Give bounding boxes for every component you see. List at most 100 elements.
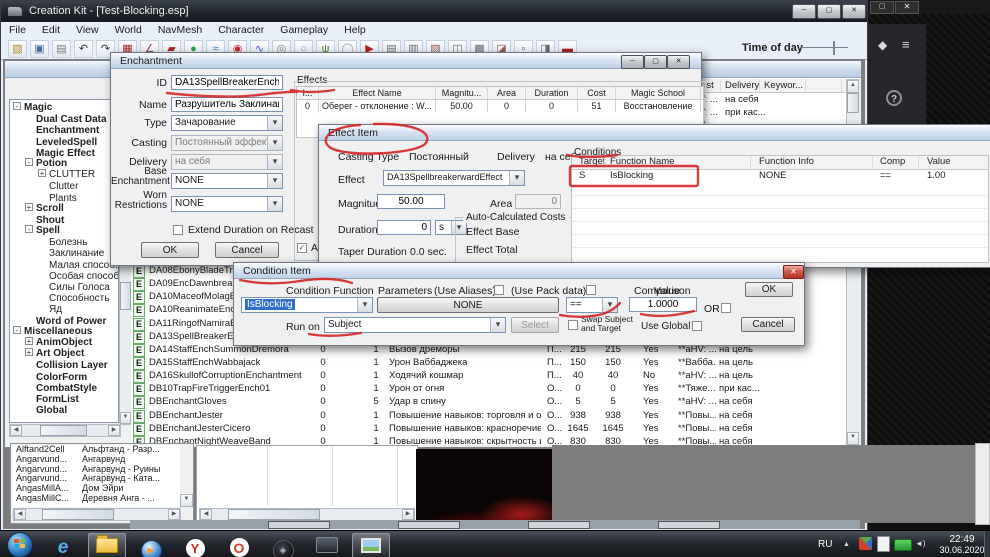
time-of-day-slider-handle[interactable] — [833, 41, 835, 55]
minimize-button[interactable]: ─ — [792, 4, 816, 19]
conditions-col-function-name[interactable]: Function Name — [610, 156, 674, 167]
Урон от огня[interactable]: E DB10TrapFireTriggerEnch01 0 1 Урон от … — [131, 382, 845, 395]
tree-item[interactable]: ColorForm — [10, 371, 118, 382]
tree-expand-icon[interactable]: + — [25, 337, 33, 345]
effect-dropdown[interactable]: DA13SpellbreakerwardEffect — [383, 170, 525, 186]
tray-utility-icon[interactable] — [859, 537, 872, 550]
scroll-right-icon[interactable]: ▶ — [168, 509, 180, 520]
toolbar-icon[interactable]: ↶ — [74, 40, 93, 58]
base-enchantment-dropdown[interactable]: NONE — [171, 173, 283, 189]
tree-item[interactable]: +Scroll — [10, 203, 118, 214]
tree-expand-icon[interactable]: - — [25, 158, 33, 166]
value-input[interactable] — [629, 297, 697, 312]
tree-item[interactable]: Dual Cast Data — [10, 113, 118, 124]
tree-item[interactable]: -Spell — [10, 225, 118, 236]
maximize-button[interactable]: ▢ — [817, 4, 841, 19]
battery-icon[interactable] — [894, 539, 912, 551]
scroll-left-icon[interactable]: ◀ — [200, 509, 212, 520]
side-scrollbar-strip[interactable] — [975, 443, 990, 525]
scroll-down-icon[interactable]: ▼ — [847, 432, 859, 445]
use-pack-data-checkbox[interactable] — [586, 285, 596, 295]
cube-icon[interactable]: ◆ — [878, 38, 887, 52]
list-scroll-thumb[interactable] — [847, 93, 859, 113]
scroll-right-icon[interactable]: ▶ — [402, 509, 414, 520]
Альфтанд - Разр...[interactable]: Alftand2CellАльфтанд - Разр... — [12, 445, 180, 455]
comparison-dropdown[interactable]: == — [566, 297, 618, 313]
tree-horizontal-scrollbar[interactable]: ◀ ▶ — [9, 424, 121, 437]
clock-date[interactable]: 30.06.2020 — [936, 545, 988, 555]
Ангарвунд[interactable]: Angarvund...Ангарвунд — [12, 455, 180, 465]
conditions-col-value[interactable]: Value — [927, 156, 951, 167]
effects-column-header[interactable]: Magic School — [616, 87, 701, 99]
condition-row[interactable]: S IsBlocking NONE == 1.00 — [572, 169, 988, 182]
use-global-checkbox[interactable] — [692, 321, 702, 331]
effects-column-header[interactable]: Magnitu... — [436, 87, 488, 99]
tree-item[interactable]: Shout — [10, 214, 118, 225]
Удар в спину[interactable]: E DBEnchantGloves 0 5 Удар в спину О... … — [131, 395, 845, 408]
condition-function-dropdown[interactable]: IsBlocking — [241, 297, 373, 313]
dialog-close-button[interactable]: ✕ — [667, 55, 690, 69]
tree-item[interactable]: Magic Effect — [10, 147, 118, 158]
list-header-keywords[interactable]: Keywor... — [764, 80, 803, 91]
ok-button[interactable]: OK — [141, 242, 199, 258]
tree-item[interactable]: +Art Object — [10, 348, 118, 359]
swap-subject-checkbox[interactable] — [568, 320, 578, 330]
bg-close-button[interactable]: ✕ — [895, 1, 919, 14]
tree-hscroll-thumb[interactable] — [40, 425, 87, 436]
Ангарвунд - Ката...[interactable]: Angarvund...Ангарвунд - Ката... — [12, 474, 180, 484]
Дом Эйри[interactable]: AngasMillA...Дом Эйри — [12, 484, 180, 494]
menu-item[interactable]: NavMesh — [150, 22, 210, 38]
Повышение навыков: скрытность и раз...[interactable]: E DBEnchantNightWeaveBand 0 1 Повышение … — [131, 435, 845, 445]
tree-expand-icon[interactable]: + — [25, 348, 33, 356]
language-indicator[interactable]: RU — [818, 539, 832, 550]
tree-scroll-thumb[interactable] — [120, 282, 131, 310]
toolbar-icon[interactable]: ▣ — [30, 40, 49, 58]
scroll-down-icon[interactable]: ▼ — [180, 494, 193, 507]
scroll-down-icon[interactable]: ▼ — [120, 412, 131, 424]
Урон Ваббаджека[interactable]: E DA15StaffEnchWabbajack 0 1 Урон Ваббад… — [131, 356, 845, 369]
menu-item[interactable]: View — [68, 22, 107, 38]
scroll-up-icon[interactable]: ▲ — [847, 80, 859, 93]
scroll-left-icon[interactable]: ◀ — [10, 425, 22, 436]
tree-item[interactable]: Global — [10, 404, 118, 415]
bg-maximize-button[interactable]: ▢ — [870, 1, 894, 14]
dialog-maximize-button[interactable]: ▢ — [644, 55, 667, 69]
tree-item[interactable]: Word of Power — [10, 315, 118, 326]
Ангарвунд - Руины[interactable]: Angarvund...Ангарвунд - Руины — [12, 465, 180, 475]
scroll-right-icon[interactable]: ▶ — [108, 425, 120, 436]
auto-calc-checkbox[interactable]: ✓ — [297, 243, 307, 253]
menu-icon[interactable]: ≡ — [902, 37, 910, 52]
magnitude-input[interactable] — [377, 194, 445, 209]
tree-item[interactable]: -Potion — [10, 158, 118, 169]
Повышение навыков: красноречие и од...[interactable]: E DBEnchantJesterCicero 0 1 Повышение на… — [131, 422, 845, 435]
tree-expand-icon[interactable]: + — [25, 203, 33, 211]
tree-item[interactable]: Особая способ... — [10, 270, 118, 281]
tree-item[interactable]: CombatStyle — [10, 382, 118, 393]
tree-item[interactable]: -Magic — [10, 102, 118, 113]
time-of-day-slider[interactable] — [800, 47, 848, 48]
dialog-minimize-button[interactable]: ─ — [621, 55, 644, 69]
tree-expand-icon[interactable]: - — [13, 326, 21, 334]
clock-time[interactable]: 22:49 — [940, 534, 984, 545]
tree-item[interactable]: Clutter — [10, 180, 118, 191]
tree-item[interactable]: Заклинание — [10, 247, 118, 258]
tray-expand-icon[interactable]: ▲ — [843, 541, 850, 548]
wmp-icon[interactable]: ▶ — [132, 538, 170, 557]
menu-item[interactable]: File — [1, 22, 34, 38]
effects-column-header[interactable]: Area — [488, 87, 526, 99]
tree-item[interactable]: Enchantment — [10, 124, 118, 135]
run-on-dropdown[interactable]: Subject — [324, 317, 506, 333]
or-checkbox[interactable] — [721, 303, 731, 313]
type-dropdown[interactable]: Зачарование — [171, 115, 283, 131]
show-desktop-button[interactable] — [984, 531, 990, 557]
menu-item[interactable]: Help — [336, 22, 374, 38]
condition-close-button[interactable]: ✕ — [783, 265, 804, 279]
tree-item[interactable]: Силы Голоса — [10, 281, 118, 292]
tree-item[interactable]: +CLUTTER — [10, 169, 118, 180]
tree-item[interactable]: LeveledSpell — [10, 136, 118, 147]
tree-item[interactable]: -Miscellaneous — [10, 326, 118, 337]
game-icon[interactable]: ◈ — [264, 538, 302, 557]
toolbar-icon[interactable]: ▨ — [8, 40, 27, 58]
cancel-button[interactable]: Cancel — [215, 242, 279, 258]
tree-expand-icon[interactable]: + — [38, 169, 46, 177]
